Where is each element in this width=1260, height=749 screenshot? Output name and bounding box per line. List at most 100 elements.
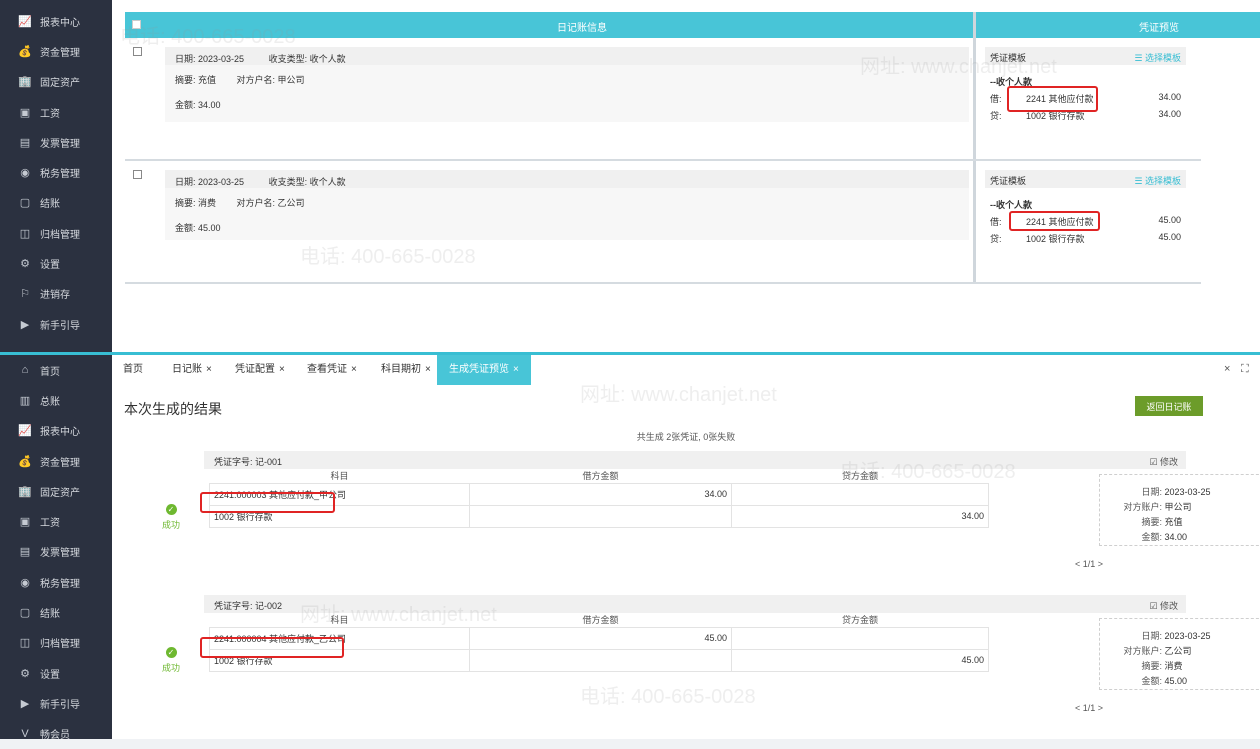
close-icon[interactable]: × <box>425 364 431 375</box>
debit-cell[interactable] <box>469 648 732 672</box>
record-divider <box>125 159 1201 161</box>
record-date: 日期: 2023-03-25 <box>175 177 245 187</box>
record-divider <box>125 282 1201 284</box>
sidebar-item-assets[interactable]: 🏢 固定资产 <box>0 476 112 506</box>
record-checkbox[interactable] <box>133 170 142 179</box>
sidebar-item-label: 设置 <box>40 669 60 681</box>
sidebar-item-ledger[interactable]: ▥ 总账 <box>0 385 112 415</box>
sidebar-item-funds[interactable]: 💰 资金管理 <box>0 446 112 476</box>
tab-label: 日记账 <box>172 364 202 375</box>
voucher-title: --收个人款 <box>990 200 1032 210</box>
sidebar-item-salary[interactable]: ▣ 工资 <box>0 97 112 127</box>
sidebar-item-settings[interactable]: ⚙ 设置 <box>0 248 112 278</box>
close-icon[interactable]: × <box>279 364 285 375</box>
sidebar-item-label: 报表中心 <box>40 17 80 29</box>
voucher-number: 凭证字号: 记-002 <box>214 601 283 611</box>
sidebar-item-label: 设置 <box>40 260 60 272</box>
col-credit: 贷方金额 <box>841 615 878 626</box>
close-all-icon[interactable]: × <box>1224 363 1230 375</box>
debit-amount: 34.00 <box>1158 92 1181 102</box>
sidebar-item-report[interactable]: 📈 报表中心 <box>0 416 112 446</box>
debit-cell[interactable] <box>469 504 732 528</box>
select-template-link[interactable]: ☰ 选择模板 <box>1134 51 1181 64</box>
voucher-pager[interactable]: < 1/1 > <box>1075 559 1103 569</box>
tab-label: 生成凭证预览 <box>449 364 509 375</box>
record-checkbox[interactable] <box>133 47 142 56</box>
info-label: 金额: <box>1141 532 1162 542</box>
vip-icon: V <box>21 727 29 740</box>
tab-generate-preview[interactable]: 生成凭证预览 × <box>437 355 531 385</box>
generation-result-panel: 本次生成的结果 返回日记账 共生成 2张凭证, 0张失败 凭证字号: 记-001… <box>112 385 1260 739</box>
sidebar-item-funds[interactable]: 💰 资金管理 <box>0 36 112 66</box>
credit-cell[interactable]: 45.00 <box>731 648 989 672</box>
select-template-link[interactable]: ☰ 选择模板 <box>1134 174 1181 187</box>
generation-summary: 共生成 2张凭证, 0张失败 <box>636 432 736 442</box>
invoice-icon: ▤ <box>19 546 31 559</box>
highlight-box <box>1009 211 1100 231</box>
credit-amount: 45.00 <box>1158 232 1181 242</box>
sidebar-item-archive[interactable]: ◫ 归档管理 <box>0 628 112 658</box>
sidebar-item-invoice[interactable]: ▤ 发票管理 <box>0 537 112 567</box>
close-icon[interactable]: × <box>206 364 212 375</box>
sidebar-item-salary[interactable]: ▣ 工资 <box>0 506 112 536</box>
sidebar-item-inventory[interactable]: ⚐ 进销存 <box>0 279 112 309</box>
debit-label: 借: <box>990 94 1002 104</box>
sidebar-item-label: 工资 <box>40 108 60 120</box>
record-meta: 日期: 2023-03-25 收支类型: 收个人款 <box>165 170 969 188</box>
sidebar-item-guide[interactable]: ▶ 新手引导 <box>0 309 112 339</box>
journal-header-title: 日记账信息 <box>557 23 607 34</box>
select-all-checkbox[interactable] <box>132 20 141 29</box>
sidebar-item-settings[interactable]: ⚙ 设置 <box>0 658 112 688</box>
sidebar-top: 📈 报表中心 💰 资金管理 🏢 固定资产 ▣ 工资 ▤ 发票管理 ◉ 税务管理 ▢ 结账 ◫ 归… <box>0 0 112 352</box>
debit-cell[interactable]: 34.00 <box>469 482 732 506</box>
sidebar-item-assets[interactable]: 🏢 固定资产 <box>0 67 112 97</box>
select-template-label: 选择模板 <box>1144 176 1181 186</box>
sidebar-item-label: 新手引导 <box>40 320 80 332</box>
highlight-box <box>1007 86 1098 112</box>
sidebar-item-home[interactable]: ⌂ 首页 <box>0 355 112 385</box>
credit-label: 贷: <box>990 234 1002 244</box>
tab-journal[interactable]: 日记账 × <box>172 355 212 385</box>
tab-bar: 首页 日记账 × 凭证配置 × 查看凭证 × 科目期初 × 生成凭证预览 × × ⛶ <box>112 355 1260 385</box>
voucher-pager[interactable]: < 1/1 > <box>1075 703 1103 713</box>
expand-icon[interactable]: ⛶ <box>1241 363 1249 376</box>
sidebar-item-invoice[interactable]: ▤ 发票管理 <box>0 127 112 157</box>
template-label: 凭证模板 <box>990 176 1027 186</box>
credit-cell[interactable]: 34.00 <box>731 504 989 528</box>
sidebar-item-label: 进销存 <box>40 290 70 302</box>
column-divider <box>973 12 976 284</box>
sidebar-item-archive[interactable]: ◫ 归档管理 <box>0 218 112 248</box>
sidebar-item-vip[interactable]: V 畅会员 <box>0 719 112 749</box>
record-counterparty: 对方户名: 乙公司 <box>236 198 305 208</box>
sidebar-item-close-books[interactable]: ▢ 结账 <box>0 188 112 218</box>
sidebar-item-close-books[interactable]: ▢ 结账 <box>0 597 112 627</box>
sidebar-item-label: 税务管理 <box>40 169 80 181</box>
sidebar-item-tax[interactable]: ◉ 税务管理 <box>0 157 112 187</box>
debit-cell[interactable]: 45.00 <box>469 626 732 650</box>
tab-view-voucher[interactable]: 查看凭证 × <box>307 355 357 385</box>
tab-opening-balance[interactable]: 科目期初 × <box>381 355 431 385</box>
tab-home[interactable]: 首页 <box>123 355 143 385</box>
credit-cell[interactable] <box>731 626 989 650</box>
money-icon: 💰 <box>18 455 32 468</box>
edit-button[interactable]: ☑ 修改 <box>1149 455 1178 468</box>
edit-button[interactable]: ☑ 修改 <box>1149 599 1178 612</box>
record-amount: 金额: 34.00 <box>175 100 221 110</box>
sidebar-item-report[interactable]: 📈 报表中心 <box>0 6 112 36</box>
close-icon[interactable]: × <box>513 364 519 375</box>
credit-cell[interactable] <box>731 482 989 506</box>
status-label: 成功 <box>161 663 180 673</box>
voucher-number: 凭证字号: 记-001 <box>214 457 283 467</box>
tab-voucher-config[interactable]: 凭证配置 × <box>235 355 285 385</box>
close-icon[interactable]: × <box>351 364 357 375</box>
journal-record: 日期: 2023-03-25 收支类型: 收个人款 摘要: 消费 对方户名: 乙… <box>165 170 969 240</box>
sidebar-item-label: 发票管理 <box>40 548 80 560</box>
guide-icon: ▶ <box>20 697 30 710</box>
back-to-journal-button[interactable]: 返回日记账 <box>1135 396 1203 416</box>
sidebar-item-tax[interactable]: ◉ 税务管理 <box>0 567 112 597</box>
info-date: 2023-03-25 <box>1164 631 1211 641</box>
col-account: 科目 <box>330 471 349 482</box>
sidebar-item-guide[interactable]: ▶ 新手引导 <box>0 688 112 718</box>
credit-label: 贷: <box>990 111 1002 121</box>
salary-icon: ▣ <box>19 516 31 529</box>
